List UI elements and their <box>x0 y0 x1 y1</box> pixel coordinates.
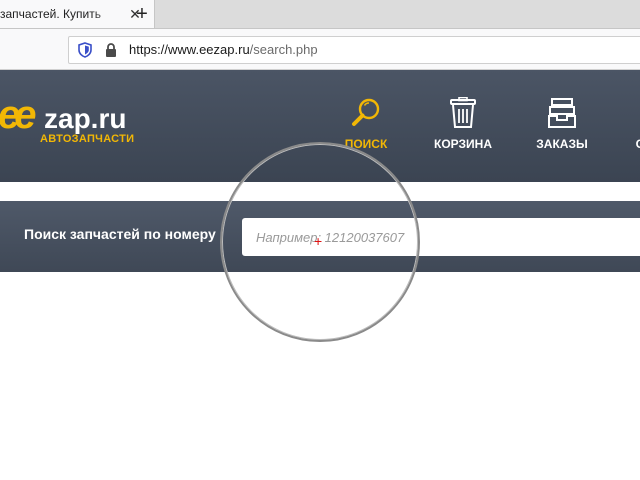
tab-title-fade <box>92 0 126 28</box>
site-header: ee zap.ru АВТОЗАПЧАСТИ ПОИСК КОРЗИНА ЗАК… <box>0 70 640 182</box>
nav-label-partial: С <box>635 137 640 151</box>
nav-item-partial[interactable]: С <box>630 97 640 151</box>
nav-item-search[interactable]: ПОИСК <box>342 97 390 151</box>
search-band: Поиск запчастей по номеру <box>0 201 640 272</box>
logo-subtitle: АВТОЗАПЧАСТИ <box>40 133 135 145</box>
nav-item-cart[interactable]: КОРЗИНА <box>430 97 496 151</box>
lock-icon[interactable] <box>103 42 119 58</box>
nav-item-orders[interactable]: ЗАКАЗЫ <box>533 97 591 151</box>
url-host: https://www.eezap.ru <box>129 42 250 57</box>
browser-tab-bar: запчастей. Купить ✕ + <box>0 0 640 29</box>
logo-mark: ee <box>0 93 36 137</box>
partial-nav-icon <box>630 97 640 129</box>
stacked-trays-icon <box>548 98 576 128</box>
shield-icon[interactable] <box>77 42 93 58</box>
new-tab-button[interactable]: + <box>128 2 156 26</box>
part-number-search-input[interactable] <box>242 218 640 256</box>
url-path: /search.php <box>249 42 318 57</box>
magnifier-icon <box>352 98 380 126</box>
address-bar[interactable]: https://www.eezap.ru/search.php <box>68 36 640 64</box>
trash-bin-icon <box>450 97 476 128</box>
browser-nav-bar: https://www.eezap.ru/search.php <box>0 29 640 70</box>
logo-text: zap.ru <box>44 103 127 134</box>
nav-label-cart: КОРЗИНА <box>434 137 492 151</box>
url-text[interactable]: https://www.eezap.ru/search.php <box>129 42 318 57</box>
search-label: Поиск запчастей по номеру <box>24 226 216 242</box>
nav-label-search: ПОИСК <box>344 137 388 151</box>
nav-label-orders: ЗАКАЗЫ <box>536 137 588 151</box>
